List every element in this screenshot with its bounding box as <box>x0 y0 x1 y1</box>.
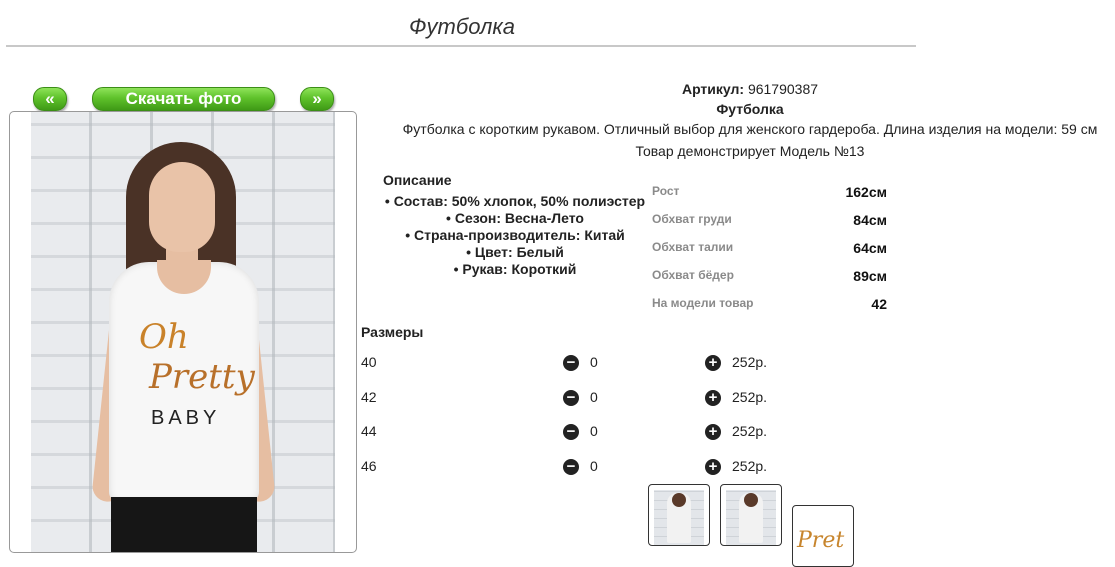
sizes-heading: Размеры <box>361 324 424 340</box>
plus-icon[interactable]: + <box>705 355 721 371</box>
plus-icon[interactable]: + <box>705 424 721 440</box>
param-label: На модели товар <box>652 296 754 310</box>
size-label: 42 <box>361 389 377 405</box>
tshirt-print-line1: Oh <box>139 317 189 357</box>
size-price: 252р. <box>732 423 768 439</box>
param-value: 162см <box>845 184 887 200</box>
tshirt-neckline <box>157 260 211 294</box>
param-row: На модели товар 42 <box>652 296 892 324</box>
param-value: 64см <box>853 240 887 256</box>
param-value: 42 <box>871 296 887 312</box>
param-row: Обхват груди 84см <box>652 212 892 240</box>
quantity-value: 0 <box>590 354 598 370</box>
size-row: 42 − 0 + 252р. <box>361 389 781 409</box>
param-label: Обхват талии <box>652 240 734 254</box>
size-row: 40 − 0 + 252р. <box>361 354 781 374</box>
page-title: Футболка <box>409 14 515 39</box>
minus-icon[interactable]: − <box>563 355 579 371</box>
quantity-value: 0 <box>590 458 598 474</box>
param-label: Рост <box>652 184 680 198</box>
prev-photo-button[interactable]: « <box>33 87 67 111</box>
minus-icon[interactable]: − <box>563 424 579 440</box>
size-label: 40 <box>361 354 377 370</box>
description-item: Страна-производитель: Китай <box>361 227 669 244</box>
description-item: Рукав: Короткий <box>361 261 669 278</box>
size-price: 252р. <box>732 389 768 405</box>
next-photo-button[interactable]: » <box>300 87 334 111</box>
photo-thumbnail[interactable] <box>720 484 782 546</box>
size-price: 252р. <box>732 458 768 474</box>
tshirt: Oh Pretty BABY <box>109 260 259 502</box>
sku-value: 961790387 <box>744 81 819 97</box>
description-item: Состав: 50% хлопок, 50% полиэстер <box>361 193 669 210</box>
model-line: Товар демонстрирует Модель №13 <box>635 143 865 159</box>
minus-icon[interactable]: − <box>563 390 579 406</box>
thumbnail-head <box>672 493 686 507</box>
title-divider <box>6 45 916 47</box>
quantity-value: 0 <box>590 389 598 405</box>
quantity-value: 0 <box>590 423 598 439</box>
model-params-table: Рост 162см Обхват груди 84см Обхват тали… <box>652 184 892 324</box>
param-value: 84см <box>853 212 887 228</box>
size-row: 46 − 0 + 252р. <box>361 458 781 478</box>
plus-icon[interactable]: + <box>705 459 721 475</box>
product-description: Футболка с коротким рукавом. Отличный вы… <box>402 121 1098 137</box>
description-item: Цвет: Белый <box>361 244 669 261</box>
param-row: Обхват талии 64см <box>652 240 892 268</box>
product-photo[interactable]: Oh Pretty BABY <box>31 112 335 552</box>
description-heading: Описание <box>383 172 452 188</box>
product-photo-frame: Oh Pretty BABY <box>9 111 357 553</box>
size-price: 252р. <box>732 354 768 370</box>
plus-icon[interactable]: + <box>705 390 721 406</box>
param-label: Обхват бёдер <box>652 268 734 282</box>
model-pants <box>111 497 257 552</box>
description-list: Состав: 50% хлопок, 50% полиэстер Сезон:… <box>361 193 669 278</box>
product-name: Футболка <box>716 101 784 117</box>
thumbnail-print: Pret <box>797 528 845 553</box>
tshirt-print-line3: BABY <box>151 407 221 429</box>
photo-thumbnail[interactable] <box>648 484 710 546</box>
size-row: 44 − 0 + 252р. <box>361 423 781 443</box>
param-label: Обхват груди <box>652 212 732 226</box>
thumbnail-head <box>744 493 758 507</box>
sku-line: Артикул: 961790387 <box>540 81 960 97</box>
param-row: Обхват бёдер 89см <box>652 268 892 296</box>
description-item: Сезон: Весна-Лето <box>361 210 669 227</box>
param-value: 89см <box>853 268 887 284</box>
param-row: Рост 162см <box>652 184 892 212</box>
size-label: 44 <box>361 423 377 439</box>
size-label: 46 <box>361 458 377 474</box>
photo-thumbnail[interactable]: Pret <box>792 505 854 567</box>
minus-icon[interactable]: − <box>563 459 579 475</box>
sku-label: Артикул: <box>681 81 745 97</box>
download-photo-button[interactable]: Скачать фото <box>92 87 275 111</box>
tshirt-print-line2: Pretty <box>149 357 255 397</box>
model-face <box>149 162 215 252</box>
